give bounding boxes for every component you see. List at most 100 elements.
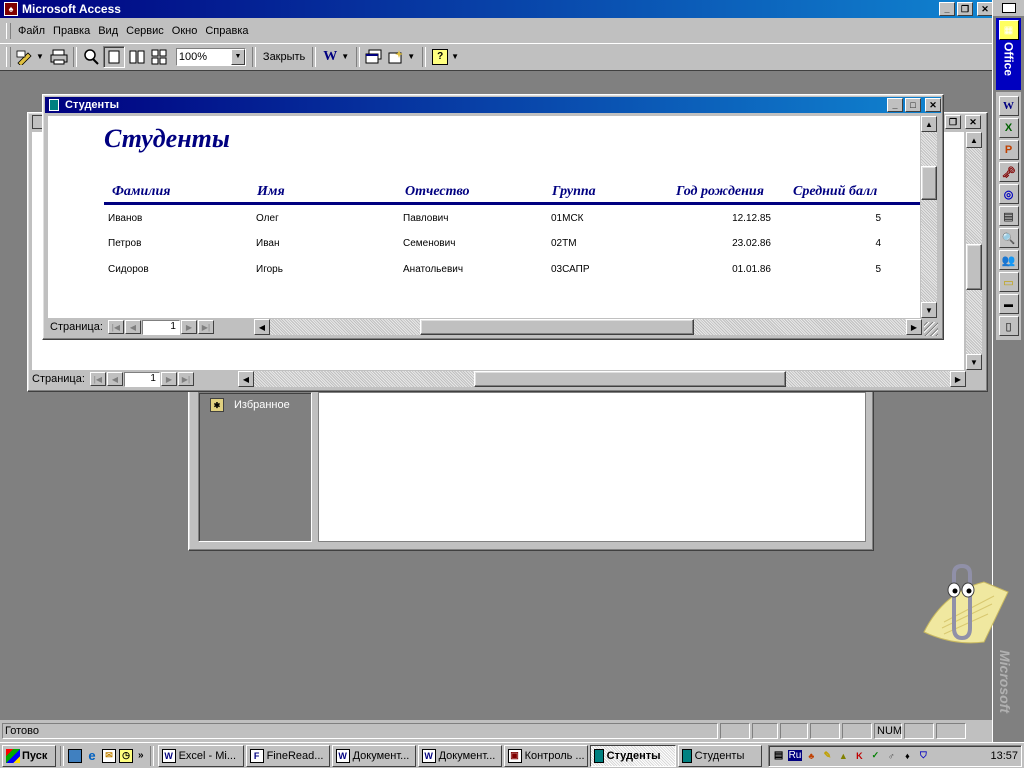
next-page-button[interactable]: ▶ — [180, 320, 197, 334]
office-links-icon[interactable]: W — [319, 46, 341, 68]
report-close-button[interactable]: ✕ — [925, 98, 941, 112]
zoom-icon[interactable] — [80, 46, 102, 68]
last-page-button[interactable]: ▶| — [197, 320, 214, 334]
new-object-icon[interactable] — [385, 46, 407, 68]
tray-network-icon[interactable]: ▤ — [772, 749, 786, 763]
back-restore-button[interactable]: ❐ — [945, 115, 961, 129]
new-object-dropdown-icon[interactable]: ▼ — [407, 52, 415, 61]
tray-app-icon[interactable]: ♣ — [804, 749, 818, 763]
back-scroll-down-button[interactable]: ▼ — [966, 354, 982, 370]
scroll-left-button[interactable]: ◀ — [254, 319, 270, 335]
task-button-document-1[interactable]: W Документ... — [331, 744, 416, 767]
calculator-icon[interactable]: ▤ — [998, 206, 1019, 226]
quick-launch-more-icon[interactable]: » — [138, 750, 144, 761]
word-icon[interactable]: W — [998, 96, 1019, 116]
report-vertical-scrollbar[interactable]: ▲ ▼ — [921, 116, 937, 318]
task-button-finereader[interactable]: F FineRead... — [245, 744, 330, 767]
menu-view[interactable]: Вид — [94, 22, 122, 40]
help-icon[interactable]: ? — [429, 46, 451, 68]
tray-shield-icon[interactable]: ⛉ — [916, 749, 930, 763]
task-button-students-active[interactable]: Студенты — [589, 744, 676, 767]
scroll-up-button[interactable]: ▲ — [921, 116, 937, 132]
menu-file[interactable]: Файл — [14, 22, 49, 40]
report-horizontal-scrollbar[interactable]: ◀ ▶ — [254, 319, 922, 335]
menu-help[interactable]: Справка — [201, 22, 252, 40]
app-titlebar[interactable]: ♠ Microsoft Access — [0, 0, 992, 18]
tray-app-icon[interactable]: ♂ — [884, 749, 898, 763]
task-button-excel[interactable]: W Excel - Mi... — [157, 744, 244, 767]
quick-launch-clock-icon[interactable]: ◷ — [119, 748, 133, 763]
find-icon[interactable]: 🔍 — [998, 228, 1019, 248]
two-pages-icon[interactable] — [126, 46, 148, 68]
access-icon[interactable]: 🗝 — [998, 162, 1019, 182]
design-view-icon[interactable] — [14, 46, 36, 68]
back-vertical-scrollbar[interactable]: ▲ ▼ — [966, 132, 982, 370]
back-scroll-left-button[interactable]: ◀ — [238, 371, 254, 387]
show-desktop-icon[interactable] — [68, 748, 82, 763]
scroll-right-button[interactable]: ▶ — [906, 319, 922, 335]
back-hscroll-thumb[interactable] — [474, 371, 786, 387]
clock[interactable]: 13:57 — [990, 750, 1018, 762]
office-bar-menu-icon[interactable] — [1001, 3, 1016, 13]
report-maximize-button[interactable]: □ — [905, 98, 921, 112]
back-horizontal-scrollbar[interactable]: ◀ ▶ — [238, 371, 966, 387]
minimize-button[interactable]: _ — [939, 2, 955, 16]
first-page-button[interactable]: |◀ — [107, 320, 124, 334]
prev-page-button[interactable]: ◀ — [124, 320, 141, 334]
resize-grip-icon[interactable] — [924, 322, 938, 336]
task-button-students[interactable]: Студенты — [677, 744, 762, 767]
report-minimize-button[interactable]: _ — [887, 98, 903, 112]
multiple-pages-icon[interactable] — [148, 46, 170, 68]
tray-app-icon[interactable]: ▲ — [836, 749, 850, 763]
back-close-button[interactable]: ✕ — [965, 115, 981, 129]
back-scroll-right-button[interactable]: ▶ — [950, 371, 966, 387]
print-icon[interactable] — [48, 46, 70, 68]
office-logo-icon[interactable]: ▦ — [998, 20, 1019, 40]
help-dropdown-icon[interactable]: ▼ — [451, 52, 459, 61]
office-assistant-icon[interactable] — [914, 562, 1010, 646]
outlook-icon[interactable]: ◎ — [998, 184, 1019, 204]
start-button[interactable]: Пуск — [2, 744, 56, 767]
back-scroll-up-button[interactable]: ▲ — [966, 132, 982, 148]
zoom-select[interactable]: 100% ▼ — [175, 47, 246, 66]
powerpoint-icon[interactable]: P — [998, 140, 1019, 160]
database-window-icon[interactable] — [363, 46, 385, 68]
menu-window[interactable]: Окно — [168, 22, 202, 40]
menu-edit[interactable]: Правка — [49, 22, 94, 40]
close-button[interactable]: ✕ — [977, 2, 993, 16]
db-favorites-item[interactable]: ✱ Избранное — [210, 398, 290, 412]
back-first-page-button[interactable]: |◀ — [89, 372, 106, 386]
excel-icon[interactable]: X — [998, 118, 1019, 138]
design-view-dropdown-icon[interactable]: ▼ — [36, 52, 44, 61]
menu-tools[interactable]: Сервис — [122, 22, 168, 40]
back-next-page-button[interactable]: ▶ — [160, 372, 177, 386]
report-titlebar[interactable]: Студенты — [45, 97, 941, 113]
restore-button[interactable]: ❐ — [957, 2, 973, 16]
back-last-page-button[interactable]: ▶| — [177, 372, 194, 386]
scroll-down-button[interactable]: ▼ — [921, 302, 937, 318]
tray-antivirus-icon[interactable]: K — [852, 749, 866, 763]
document-icon[interactable]: ▯ — [998, 316, 1019, 336]
outlook-express-icon[interactable]: ✉ — [102, 748, 116, 763]
zoom-dropdown-icon[interactable]: ▼ — [230, 48, 245, 65]
task-button-control[interactable]: ▣ Контроль ... — [503, 744, 588, 767]
internet-explorer-icon[interactable]: e — [85, 748, 99, 763]
tray-app-icon[interactable]: ✎ — [820, 749, 834, 763]
vscroll-thumb[interactable] — [921, 166, 937, 200]
task-button-document-2[interactable]: W Документ... — [417, 744, 502, 767]
page-number-field[interactable]: 1 — [141, 319, 180, 335]
tray-app-icon[interactable]: ✓ — [868, 749, 882, 763]
folder-icon[interactable]: ▭ — [998, 272, 1019, 292]
tray-volume-icon[interactable]: ♦ — [900, 749, 914, 763]
one-page-icon[interactable] — [102, 45, 125, 68]
back-page-number-field[interactable]: 1 — [123, 371, 160, 387]
users-icon[interactable]: 👥 — [998, 250, 1019, 270]
back-prev-page-button[interactable]: ◀ — [106, 372, 123, 386]
flag-icon[interactable]: ▬ — [998, 294, 1019, 314]
toolbar-separator — [251, 46, 256, 67]
close-preview-button[interactable]: Закрыть — [259, 47, 309, 67]
language-indicator[interactable]: Ru — [787, 750, 803, 761]
back-scroll-thumb[interactable] — [966, 244, 982, 290]
hscroll-thumb[interactable] — [420, 319, 694, 335]
office-links-dropdown-icon[interactable]: ▼ — [341, 52, 349, 61]
